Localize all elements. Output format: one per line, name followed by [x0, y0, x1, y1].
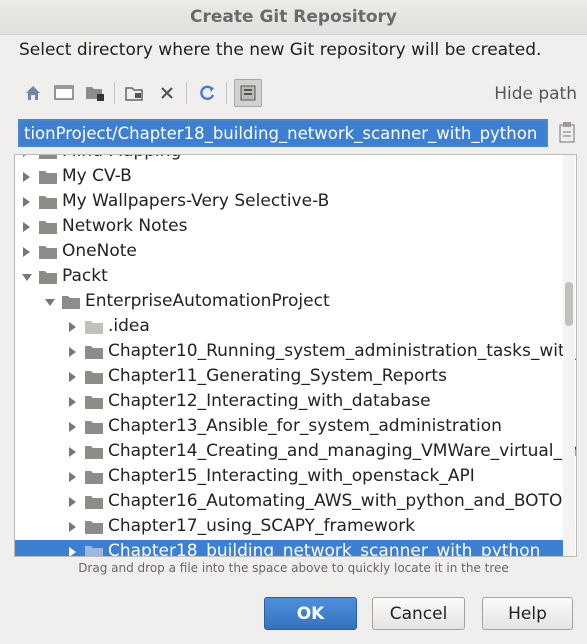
tree-row-label: EnterpriseAutomationProject [85, 291, 330, 311]
collapse-arrow-icon[interactable] [45, 299, 55, 306]
tree-row-label: Chapter13_Ansible_for_system_administrat… [108, 416, 502, 436]
tree-scrollbar-thumb[interactable] [565, 282, 573, 326]
folder-icon [85, 421, 103, 434]
expand-arrow-icon[interactable] [69, 372, 76, 382]
folder-icon [39, 155, 57, 159]
expand-arrow-icon[interactable] [69, 322, 76, 332]
cancel-button[interactable]: Cancel [372, 597, 465, 630]
tree-row[interactable]: My CV-B [15, 165, 563, 190]
tree-row-label: Network Notes [62, 216, 188, 236]
expand-arrow-icon[interactable] [23, 247, 30, 257]
show-hidden-icon[interactable] [234, 79, 262, 107]
hide-path-link[interactable]: Hide path [494, 84, 577, 104]
tree-row-label: Chapter17_using_SCAPY_framework [108, 516, 416, 536]
tree-row[interactable]: Chapter10_Running_system_administration_… [15, 340, 576, 365]
expand-arrow-icon[interactable] [23, 155, 30, 157]
new-folder-icon[interactable] [122, 80, 148, 106]
folder-icon [85, 546, 103, 556]
tree-row[interactable]: Chapter12_Interacting_with_database [15, 390, 563, 415]
tree-row-label: Chapter18_building_network_scanner_with_… [108, 541, 541, 557]
folder-icon [39, 246, 57, 259]
expand-arrow-icon[interactable] [69, 472, 76, 482]
tree-row[interactable]: Chapter13_Ansible_for_system_administrat… [15, 415, 563, 440]
expand-arrow-icon[interactable] [69, 497, 76, 507]
refresh-icon[interactable] [194, 80, 220, 106]
tree-row-label: My Wallpapers-Very Selective-B [62, 191, 330, 211]
toolbar-separator [186, 82, 187, 104]
tree-row[interactable]: Mind Mapping [15, 155, 563, 165]
tree-row-label: My CV-B [62, 166, 132, 186]
project-folder-icon[interactable] [82, 80, 108, 106]
tree-row-label: Chapter14_Creating_and_managing_VMWare_v… [108, 441, 577, 461]
tree-row[interactable]: Chapter17_using_SCAPY_framework [15, 515, 563, 540]
title-bar: Create Git Repository [0, 0, 587, 35]
tree-row[interactable]: Chapter16_Automating_AWS_with_python_and… [15, 490, 573, 515]
home-icon[interactable] [20, 80, 46, 106]
expand-arrow-icon[interactable] [23, 222, 30, 232]
folder-icon [85, 371, 103, 384]
expand-arrow-icon[interactable] [69, 422, 76, 432]
folder-icon [85, 346, 103, 359]
history-icon[interactable] [556, 120, 578, 146]
expand-arrow-icon[interactable] [69, 547, 76, 556]
tree-scrollbar[interactable] [563, 155, 575, 556]
help-button[interactable]: Help [482, 597, 573, 630]
folder-icon [39, 221, 57, 234]
folder-icon [39, 196, 57, 209]
expand-arrow-icon[interactable] [23, 172, 30, 182]
tree-row[interactable]: Chapter14_Creating_and_managing_VMWare_v… [15, 440, 576, 465]
tree-row-label: Chapter16_Automating_AWS_with_python_and… [108, 491, 574, 511]
ok-button[interactable]: OK [264, 597, 357, 630]
path-field[interactable] [18, 119, 548, 147]
directory-tree[interactable]: Chapter18_building_network_scanner_with_… [14, 154, 577, 557]
toolbar-separator [114, 82, 115, 104]
folder-icon [85, 521, 103, 534]
tree-row[interactable]: Chapter11_Generating_System_Reports [15, 365, 563, 390]
dialog-description: Select directory where the new Git repos… [19, 40, 542, 60]
folder-icon [62, 296, 80, 309]
expand-arrow-icon[interactable] [69, 447, 76, 457]
path-input[interactable] [20, 121, 546, 145]
expand-arrow-icon[interactable] [69, 347, 76, 357]
desktop-icon[interactable] [51, 80, 77, 106]
tree-row[interactable]: My Wallpapers-Very Selective-B [15, 190, 563, 215]
tree-row[interactable]: .idea [15, 315, 563, 340]
folder-icon [85, 396, 103, 409]
collapse-arrow-icon[interactable] [22, 274, 32, 281]
folder-icon [85, 496, 103, 509]
folder-icon [39, 171, 57, 184]
tree-row-label: Chapter15_Interacting_with_openstack_API [108, 466, 475, 486]
folder-icon [39, 271, 57, 284]
tree-row-label: Chapter11_Generating_System_Reports [108, 366, 447, 386]
tree-row-label: .idea [108, 316, 150, 336]
tree-row-label: Mind Mapping [62, 155, 181, 161]
folder-icon [85, 321, 103, 334]
tree-row[interactable]: Network Notes [15, 215, 563, 240]
tree-row-label: OneNote [62, 241, 137, 261]
tree-row-label: Chapter10_Running_system_administration_… [108, 341, 577, 361]
expand-arrow-icon[interactable] [23, 197, 30, 207]
dialog-title: Create Git Repository [190, 7, 397, 27]
delete-icon[interactable] [154, 80, 180, 106]
tree-row[interactable]: Chapter18_building_network_scanner_with_… [15, 540, 563, 557]
tree-row-label: Chapter12_Interacting_with_database [108, 391, 431, 411]
folder-icon [85, 471, 103, 484]
folder-icon [85, 446, 103, 459]
tree-row-label: Packt [62, 266, 108, 286]
tree-row[interactable]: Chapter15_Interacting_with_openstack_API [15, 465, 563, 490]
expand-arrow-icon[interactable] [69, 522, 76, 532]
expand-arrow-icon[interactable] [69, 397, 76, 407]
toolbar [18, 78, 573, 110]
tree-row[interactable]: Packt [15, 265, 563, 290]
toolbar-separator [226, 82, 227, 104]
drag-drop-hint: Drag and drop a file into the space abov… [78, 561, 509, 575]
tree-row[interactable]: EnterpriseAutomationProject [15, 290, 563, 315]
tree-row[interactable]: OneNote [15, 240, 563, 265]
